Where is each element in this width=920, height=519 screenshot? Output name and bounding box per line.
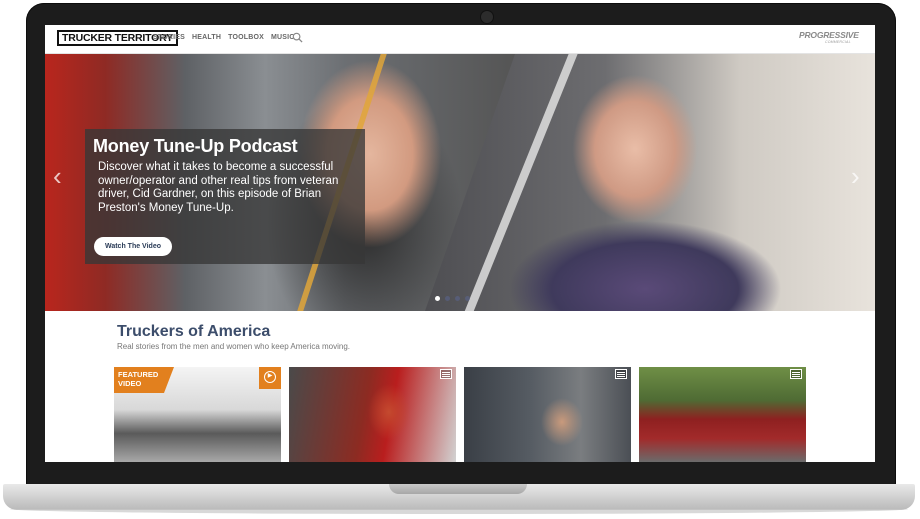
story-card-featured-video[interactable]: FEATURED VIDEO ▶ <box>114 367 281 462</box>
progressive-logo[interactable]: PROGRESSIVE <box>799 30 859 40</box>
laptop-shadow <box>10 509 908 514</box>
carousel-dot[interactable] <box>435 296 440 301</box>
top-nav: TRUCKER TERRITORY STORIES HEALTH TOOLBOX… <box>45 25 875 54</box>
browser-screen: TRUCKER TERRITORY STORIES HEALTH TOOLBOX… <box>45 25 875 462</box>
story-card[interactable] <box>464 367 631 462</box>
nav-item-health[interactable]: HEALTH <box>192 34 221 41</box>
story-cards: FEATURED VIDEO ▶ <box>114 367 806 462</box>
story-card[interactable] <box>289 367 456 462</box>
progressive-logo-sub: COMMERCIAL <box>825 40 851 44</box>
search-icon[interactable] <box>292 32 303 43</box>
carousel-next-arrow[interactable]: › <box>851 163 860 189</box>
carousel-dots <box>435 296 470 301</box>
gallery-icon <box>790 369 802 379</box>
hero-title: Money Tune-Up Podcast <box>93 136 298 156</box>
hero-carousel: Money Tune-Up Podcast Discover what it t… <box>45 54 875 311</box>
nav-item-toolbox[interactable]: TOOLBOX <box>228 34 264 41</box>
main-menu: STORIES HEALTH TOOLBOX MUSIC <box>153 34 295 41</box>
carousel-dot[interactable] <box>445 296 450 301</box>
laptop-notch <box>389 484 527 494</box>
carousel-dot[interactable] <box>455 296 460 301</box>
watch-video-button[interactable]: Watch The Video <box>94 237 172 256</box>
featured-video-badge: FEATURED VIDEO <box>114 367 164 393</box>
section-title: Truckers of America <box>117 323 271 340</box>
laptop-frame: TRUCKER TERRITORY STORIES HEALTH TOOLBOX… <box>0 0 920 519</box>
nav-item-music[interactable]: MUSIC <box>271 34 295 41</box>
camera <box>481 11 493 23</box>
gallery-icon <box>615 369 627 379</box>
carousel-dot[interactable] <box>465 296 470 301</box>
nav-item-stories[interactable]: STORIES <box>153 34 185 41</box>
story-card[interactable] <box>639 367 806 462</box>
section-subtitle: Real stories from the men and women who … <box>117 342 350 351</box>
hero-description: Discover what it takes to become a succe… <box>98 161 339 214</box>
badge-corner <box>164 367 174 393</box>
carousel-prev-arrow[interactable]: ‹ <box>53 163 62 189</box>
play-icon[interactable]: ▶ <box>259 367 281 389</box>
gallery-icon <box>440 369 452 379</box>
